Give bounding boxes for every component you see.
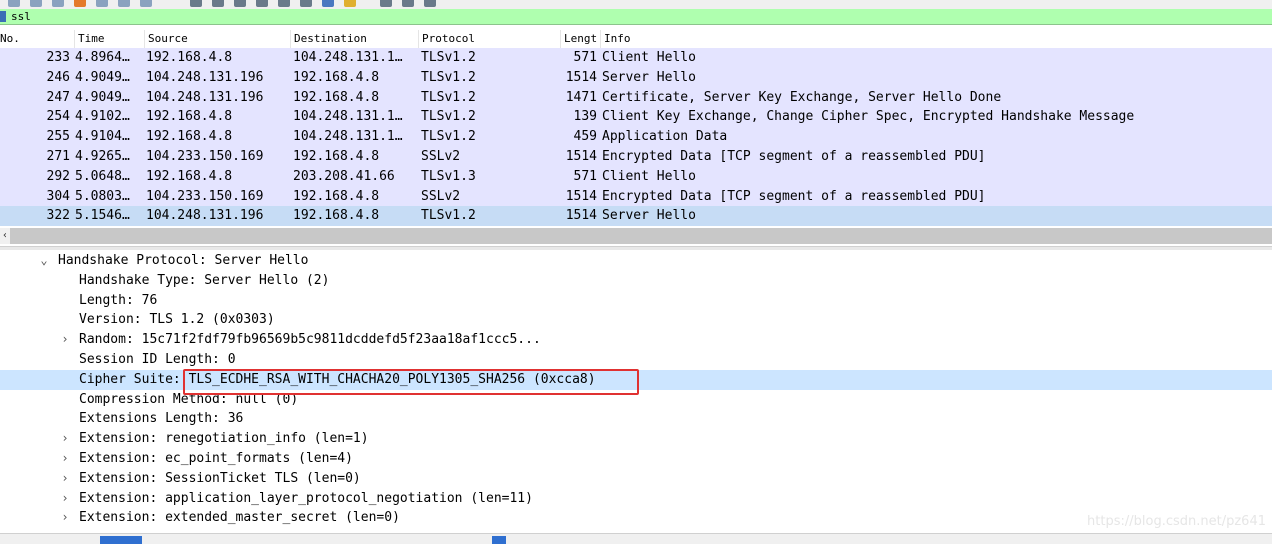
resize-columns-icon[interactable] (380, 0, 392, 7)
detail-text: Session ID Length: 0 (79, 352, 236, 367)
chevron-right-icon[interactable]: › (59, 508, 71, 528)
display-filter-bar (0, 9, 1272, 25)
detail-text: Version: TLS 1.2 (0x0303) (79, 312, 275, 328)
column-header-no[interactable]: No. (0, 30, 71, 48)
packet-row[interactable]: 247 4.9049… 104.248.131.196 192.168.4.8 TLSv… (0, 87, 1272, 108)
packet-length: 571 (573, 168, 597, 184)
packet-length: 1514 (565, 188, 597, 204)
packet-rows: 233 4.8964… 192.168.4.8 104.248.131.1… TLSv1… (0, 48, 1272, 227)
detail-text: Extension: renegotiation_info (len=1) (79, 431, 369, 447)
packet-info: Certificate, Server Key Exchange, Server… (602, 89, 1002, 105)
detail-row[interactable]: › Random: 15c71f2fdf79fb96569b5c9811dcdde… (0, 330, 1272, 350)
chevron-left-icon[interactable]: ‹ (0, 228, 10, 244)
main-toolbar (0, 0, 1272, 9)
reload-icon[interactable] (74, 0, 86, 7)
packet-info: Client Hello (602, 168, 696, 184)
packet-list: No. Time Source Destination Protocol Len… (0, 30, 1272, 227)
detail-text: Handshake Protocol: Server Hello (58, 253, 309, 268)
packet-list-header: No. Time Source Destination Protocol Len… (0, 30, 1272, 49)
packet-info: Server Hello (602, 69, 696, 85)
packet-info: Server Hello (602, 208, 696, 224)
column-header-source[interactable]: Source (144, 30, 290, 48)
packet-row[interactable]: 233 4.8964… 192.168.4.8 104.248.131.1… TLSv1… (0, 48, 1272, 68)
detail-text: Length: 76 (79, 292, 158, 308)
packet-info: Encrypted Data [TCP segment of a reassem… (602, 188, 986, 204)
expand-subtrees-icon[interactable] (402, 0, 414, 7)
detail-row[interactable]: Extensions Length: 36 (0, 409, 1272, 429)
packet-info: Client Hello (602, 50, 696, 65)
column-header-length[interactable]: Lengt (560, 30, 600, 48)
chevron-right-icon[interactable]: › (59, 449, 71, 469)
display-filter-input[interactable] (11, 9, 1211, 24)
packet-length: 1514 (565, 208, 597, 224)
packet-length: 459 (573, 129, 597, 145)
cipher-suite-highlight-box (183, 369, 639, 395)
packet-length: 571 (573, 50, 597, 65)
detail-row[interactable]: ⌄ Handshake Protocol: Server Hello (0, 251, 1272, 271)
detail-text: Extension: SessionTicket TLS (len=0) (79, 470, 361, 486)
packet-length: 1471 (565, 89, 597, 105)
packet-info: Application Data (602, 129, 728, 145)
pane-splitter[interactable] (0, 246, 1272, 250)
chevron-right-icon[interactable]: › (59, 429, 71, 449)
detail-row[interactable]: Session ID Length: 0 (0, 350, 1272, 370)
column-header-time[interactable]: Time (74, 30, 144, 48)
detail-text: Random: 15c71f2fdf79fb96569b5c9811dcddef… (79, 332, 541, 348)
zoom-in-icon[interactable] (300, 0, 312, 7)
chevron-right-icon[interactable]: › (59, 489, 71, 509)
packet-length: 1514 (565, 148, 597, 164)
detail-text: Handshake Type: Server Hello (2) (79, 272, 330, 288)
detail-text: Extension: ec_point_formats (len=4) (79, 451, 353, 466)
detail-text: Extensions Length: 36 (79, 411, 244, 427)
packet-details-tree: ⌄ Handshake Protocol: Server Hello Handsha… (0, 251, 1272, 532)
find-icon[interactable] (96, 0, 108, 7)
chevron-right-icon[interactable]: › (59, 469, 71, 489)
detail-row[interactable]: › Extension: extended_master_secret (len=… (0, 508, 1272, 528)
packet-info: Client Key Exchange, Change Cipher Spec,… (602, 109, 1135, 125)
packet-row[interactable]: 246 4.9049… 104.248.131.196 192.168.4.8 TLSv… (0, 67, 1272, 88)
save-icon[interactable] (30, 0, 42, 7)
packet-row[interactable]: 271 4.9265… 104.233.150.169 192.168.4.8 SSLv… (0, 146, 1272, 167)
detail-row[interactable]: › Extension: ec_point_formats (len=4) (0, 449, 1272, 469)
colorize-icon[interactable] (278, 0, 290, 7)
auto-scroll-icon[interactable] (256, 0, 268, 7)
column-header-protocol[interactable]: Protocol (418, 30, 560, 48)
close-file-icon[interactable] (52, 0, 64, 7)
go-forward-icon[interactable] (140, 0, 152, 7)
watermark: https://blog.csdn.net/pz641 (1087, 514, 1266, 529)
packet-length: 1514 (565, 69, 597, 85)
go-back-icon[interactable] (118, 0, 130, 7)
packet-list-scrollbar[interactable]: ‹ (0, 228, 1272, 244)
zoom-out-icon[interactable] (322, 0, 334, 7)
detail-row[interactable]: Handshake Type: Server Hello (2) (0, 271, 1272, 291)
status-bar (0, 533, 1272, 544)
packet-row[interactable]: 292 5.0648… 192.168.4.8 203.208.41.66 TLSv1.… (0, 166, 1272, 187)
column-header-info[interactable]: Info (600, 30, 1272, 48)
packet-length: 139 (573, 109, 597, 125)
packet-info: Encrypted Data [TCP segment of a reassem… (602, 148, 986, 164)
chevron-right-icon[interactable]: › (59, 330, 71, 350)
detail-row[interactable]: Length: 76 (0, 291, 1272, 311)
packet-row[interactable]: 255 4.9104… 192.168.4.8 104.248.131.1… TLSv1… (0, 127, 1272, 147)
packet-row[interactable]: 304 5.0803… 104.233.150.169 192.168.4.8 SSLv… (0, 186, 1272, 207)
detail-row[interactable]: › Extension: SessionTicket TLS (len=0) (0, 469, 1272, 489)
detail-row[interactable]: Version: TLS 1.2 (0x0303) (0, 310, 1272, 330)
chevron-down-icon[interactable]: ⌄ (38, 251, 50, 271)
detail-row[interactable]: › Extension: renegotiation_info (len=1) (0, 429, 1272, 449)
open-file-icon[interactable] (8, 0, 20, 7)
bookmark-icon[interactable] (0, 11, 6, 22)
normal-size-icon[interactable] (344, 0, 356, 7)
packet-row[interactable]: 254 4.9102… 192.168.4.8 104.248.131.1… TLSv1… (0, 107, 1272, 128)
detail-row[interactable]: › Extension: application_layer_protocol_n… (0, 489, 1272, 509)
detail-text: Extension: application_layer_protocol_ne… (79, 490, 533, 506)
collapse-all-icon[interactable] (424, 0, 436, 7)
last-packet-icon[interactable] (234, 0, 246, 7)
first-packet-icon[interactable] (212, 0, 224, 7)
detail-text: Extension: extended_master_secret (len=0… (79, 510, 400, 526)
go-to-packet-icon[interactable] (190, 0, 202, 7)
packet-row[interactable]: 322 5.1546… 104.248.131.196 192.168.4.8 TLSv… (0, 206, 1272, 227)
column-header-destination[interactable]: Destination (290, 30, 418, 48)
